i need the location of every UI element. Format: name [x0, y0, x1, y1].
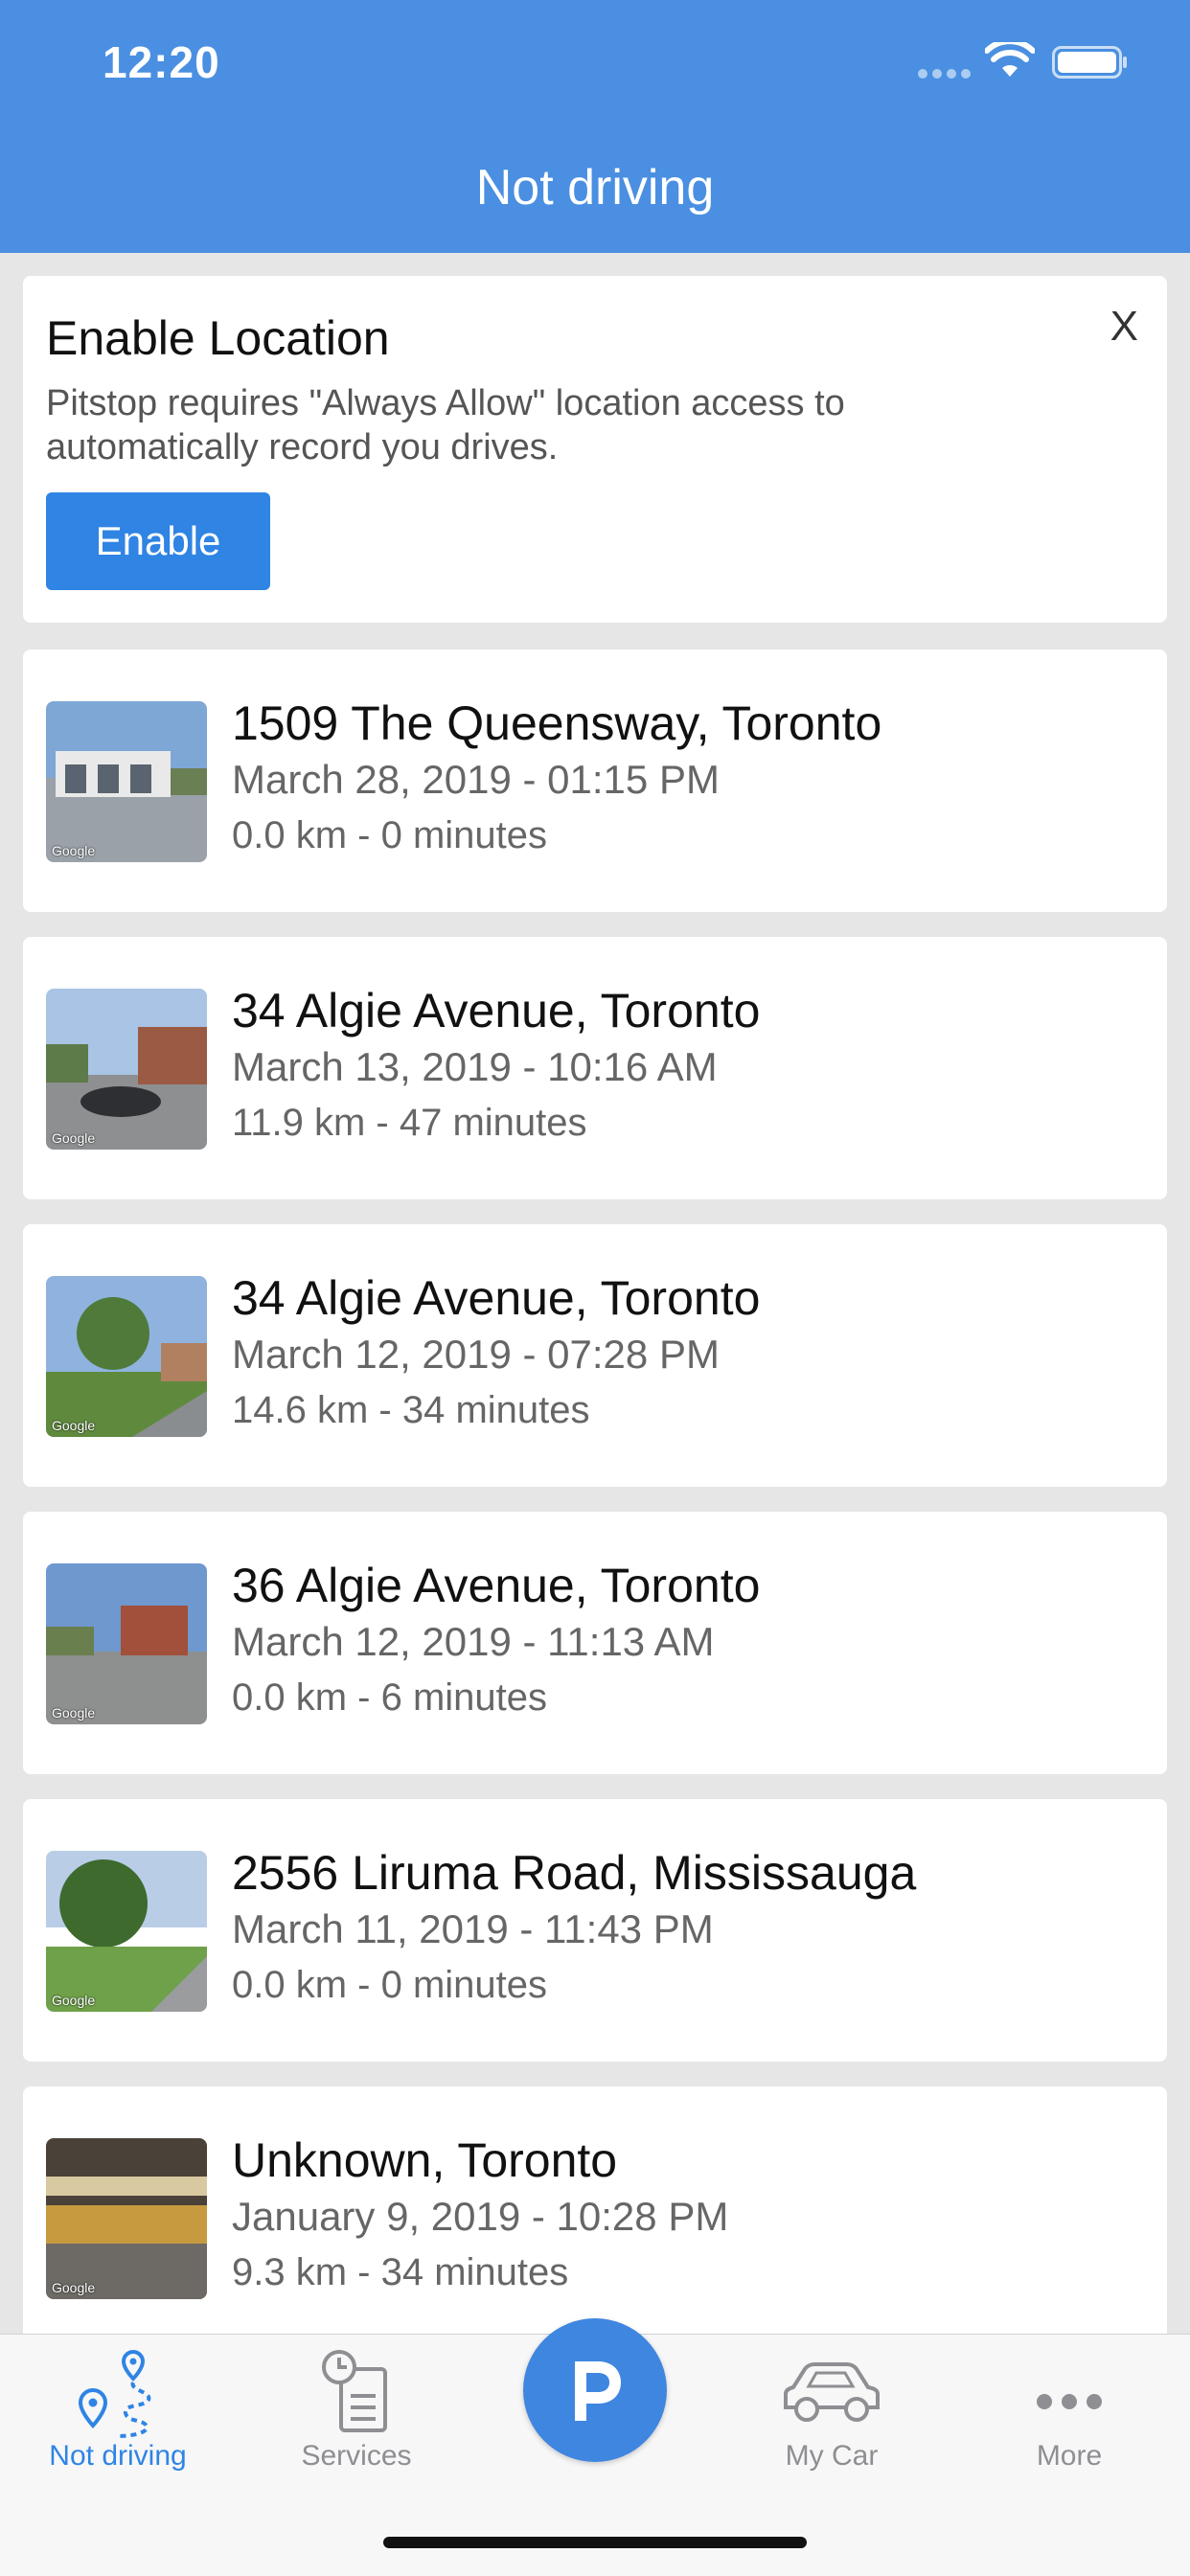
trip-card[interactable]: Google 2556 Liruma Road, Mississauga Mar… — [23, 1799, 1167, 2062]
more-dots-icon — [1037, 2394, 1102, 2409]
tab-more[interactable]: More — [954, 2335, 1184, 2488]
google-watermark: Google — [52, 2280, 96, 2295]
trip-datetime: March 12, 2019 - 07:28 PM — [232, 1332, 720, 1377]
banner-message: Pitstop requires "Always Allow" location… — [46, 383, 845, 467]
car-icon — [784, 2362, 880, 2422]
trip-address: 2556 Liruma Road, Mississauga — [232, 1846, 917, 1900]
trip-datetime: January 9, 2019 - 10:28 PM — [232, 2194, 729, 2239]
street-view-thumbnail: Google — [46, 989, 207, 1150]
trip-distance-duration: 0.0 km - 0 minutes — [232, 814, 548, 856]
tab-label: My Car — [785, 2440, 879, 2472]
google-watermark: Google — [52, 1418, 96, 1433]
trip-address: 1509 The Queensway, Toronto — [232, 696, 882, 750]
status-time: 12:20 — [103, 37, 220, 87]
trip-distance-duration: 14.6 km - 34 minutes — [232, 1389, 590, 1431]
trip-card[interactable]: Google 34 Algie Avenue, Toronto March 13… — [23, 937, 1167, 1199]
signal-icon — [918, 69, 971, 79]
street-view-thumbnail: Google — [46, 2138, 207, 2299]
tab-label: Services — [301, 2440, 412, 2472]
trip-datetime: March 11, 2019 - 11:43 PM — [232, 1906, 714, 1951]
tab-my-car[interactable]: My Car — [717, 2335, 947, 2488]
street-view-thumbnail: Google — [46, 1563, 207, 1724]
home-indicator — [383, 2537, 807, 2548]
parking-button[interactable] — [523, 2318, 667, 2462]
tab-label: Not driving — [49, 2440, 187, 2472]
street-view-thumbnail: Google — [46, 1851, 207, 2012]
trip-card[interactable]: Google 36 Algie Avenue, Toronto March 12… — [23, 1512, 1167, 1774]
trip-address: 34 Algie Avenue, Toronto — [232, 1271, 761, 1325]
google-watermark: Google — [52, 1705, 96, 1721]
parking-icon — [575, 2361, 621, 2421]
nav-header: 12:20 Not driving — [0, 0, 1190, 253]
wifi-icon — [985, 42, 1035, 77]
trip-distance-duration: 0.0 km - 0 minutes — [232, 1964, 548, 2006]
street-view-thumbnail: Google — [46, 701, 207, 862]
battery-icon — [1052, 46, 1127, 79]
trip-distance-duration: 11.9 km - 47 minutes — [232, 1102, 587, 1144]
trip-address: Unknown, Toronto — [232, 2133, 618, 2187]
trip-address: 36 Algie Avenue, Toronto — [232, 1559, 761, 1612]
clipboard-clock-icon — [322, 2350, 387, 2432]
enable-location-banner: Enable Location X Pitstop requires "Alwa… — [23, 276, 1167, 623]
street-view-thumbnail: Google — [46, 1276, 207, 1437]
tab-services[interactable]: Services — [241, 2335, 471, 2488]
tab-label: More — [1036, 2440, 1103, 2472]
banner-title: Enable Location — [46, 311, 390, 365]
google-watermark: Google — [52, 1130, 96, 1146]
google-watermark: Google — [52, 1993, 96, 2008]
trip-datetime: March 12, 2019 - 11:13 AM — [232, 1619, 715, 1664]
enable-location-button[interactable]: Enable — [46, 492, 270, 590]
tab-not-driving[interactable]: Not driving — [3, 2335, 233, 2488]
google-watermark: Google — [52, 843, 96, 858]
trip-address: 34 Algie Avenue, Toronto — [232, 984, 761, 1037]
trip-card[interactable]: Google 1509 The Queensway, Toronto March… — [23, 650, 1167, 912]
close-icon[interactable]: X — [1110, 303, 1138, 351]
trip-card[interactable]: Google 34 Algie Avenue, Toronto March 12… — [23, 1224, 1167, 1487]
page-title: Not driving — [475, 160, 715, 216]
trip-distance-duration: 9.3 km - 34 minutes — [232, 2251, 569, 2293]
trip-datetime: March 28, 2019 - 01:15 PM — [232, 757, 720, 802]
trip-distance-duration: 0.0 km - 6 minutes — [232, 1676, 548, 1719]
route-pin-icon — [78, 2349, 151, 2438]
trip-datetime: March 13, 2019 - 10:16 AM — [232, 1044, 718, 1089]
